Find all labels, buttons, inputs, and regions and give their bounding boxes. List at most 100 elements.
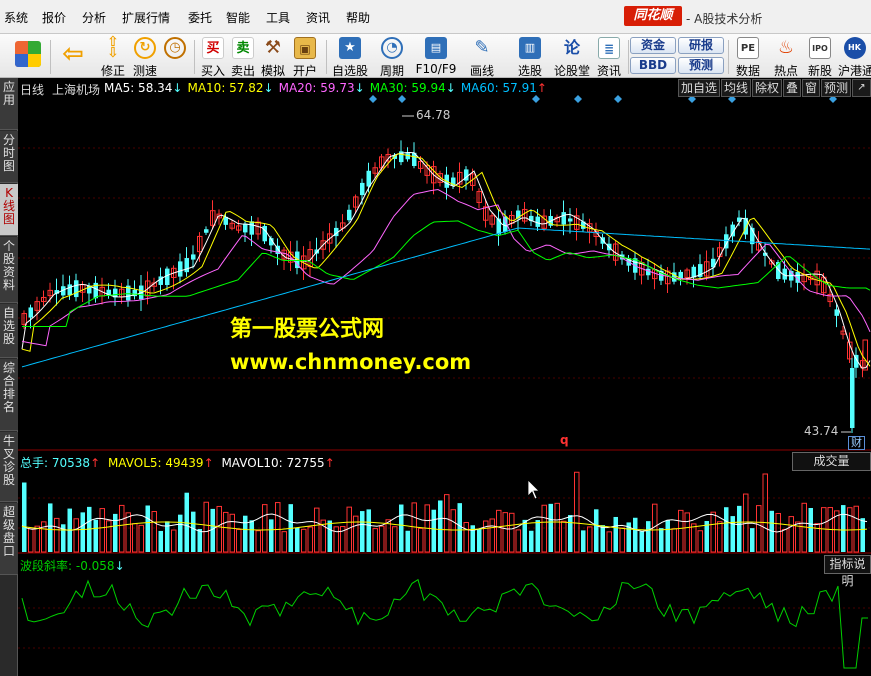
volume-bar-up — [561, 520, 567, 553]
up-down-arrows-icon: ⇧ ⇩ — [107, 34, 119, 61]
volume-bar-up — [606, 531, 612, 553]
tab-stock-profile[interactable]: 个股资料 — [0, 237, 18, 303]
ma30-line — [22, 220, 871, 327]
tab-super-order[interactable]: 超级盘口 — [0, 503, 18, 575]
menu-system[interactable]: 系统 — [4, 9, 28, 26]
tab-kline[interactable]: K线图 — [0, 184, 18, 236]
menu-quote[interactable]: 报价 — [42, 9, 66, 26]
toolbar-buy-button[interactable]: 买 买入 — [198, 36, 228, 78]
volume-bar-down — [581, 530, 586, 552]
ma-trend-arrow: ↓ — [172, 81, 183, 95]
volume-bar-down — [646, 521, 651, 552]
kline-chart-svg[interactable] — [18, 78, 871, 676]
event-marker-icon[interactable] — [369, 95, 377, 103]
volume-bar-down — [633, 517, 638, 552]
close-panel-button[interactable]: ↗ — [852, 79, 871, 97]
volume-bar-up — [463, 522, 469, 553]
menu-extended[interactable]: 扩展行情 — [122, 9, 170, 26]
event-marker-icon[interactable] — [532, 95, 540, 103]
tab-diagnose[interactable]: 牛叉诊股 — [0, 432, 18, 502]
ma60-line — [21, 227, 871, 368]
volume-bar-up — [821, 507, 827, 553]
kline-chart-area[interactable]: 日线 上海机场 MA5: 58.34↓ MA10: 57.82↓ MA20: 59.… — [18, 78, 871, 676]
volume-bar-down — [600, 525, 605, 552]
volume-bar-down — [191, 511, 196, 552]
close-arrow-icon: ↗ — [857, 82, 866, 93]
event-marker-icon[interactable] — [398, 95, 406, 103]
menu-trade[interactable]: 委托 — [188, 9, 212, 26]
toolbar-revise-button[interactable]: ⇧ ⇩ 修正 — [96, 34, 130, 78]
toolbar-windows-button[interactable] — [8, 36, 48, 76]
windows-grid-icon — [15, 41, 41, 67]
pe-icon: PE — [737, 37, 759, 59]
ma20-line — [21, 188, 871, 347]
ma-trend-arrow: ↑ — [536, 81, 547, 95]
toolbar-hk-connect-button[interactable]: HK 沪港通 — [838, 36, 871, 78]
volume-bar-up — [509, 512, 515, 553]
tab-watchlist[interactable]: 自选股 — [0, 304, 18, 358]
sell-icon: 卖 — [232, 37, 254, 59]
toolbar-open-account-button[interactable]: ▣ 开户 — [290, 36, 320, 78]
overlay-button[interactable]: 叠 — [783, 79, 801, 97]
volume-bar-down — [249, 520, 254, 552]
volume-bar-down — [113, 513, 118, 552]
toolbar-simulate-button[interactable]: ⚒ 模拟 — [258, 36, 288, 78]
volume-bar-down — [184, 492, 189, 552]
menu-help[interactable]: 帮助 — [346, 9, 370, 26]
ex-rights-button[interactable]: 除权 — [752, 79, 782, 97]
volume-bar-up — [119, 504, 125, 553]
toolbar-ipo-button[interactable]: IPO 新股 — [804, 36, 836, 78]
volume-bar-down — [724, 507, 729, 552]
volume-bar-down — [431, 509, 436, 552]
volume-bar-up — [489, 518, 495, 553]
tab-ranking[interactable]: 综合排名 — [0, 359, 18, 431]
toolbar-sell-button[interactable]: 卖 卖出 — [228, 36, 258, 78]
toolbar-period-button[interactable]: ◔ 周期 — [374, 36, 410, 78]
volume-bar-down — [568, 515, 573, 552]
volume-legend: 总手: 70538↑ MAVOL5: 49439↑ MAVOL10: 72755… — [20, 456, 335, 470]
finance-badge[interactable]: 财 — [848, 436, 865, 450]
watermark-title: 第一股票公式网 — [230, 317, 385, 342]
menu-bar: 系统 报价 分析 扩展行情 委托 智能 工具 资讯 帮助 同花顺 - A股技术分… — [0, 0, 871, 34]
forecast-chart-button[interactable]: 预测 — [821, 79, 851, 97]
toolbar-clock-button[interactable]: ◷ — [160, 36, 190, 76]
menu-analysis[interactable]: 分析 — [82, 9, 106, 26]
menu-smart[interactable]: 智能 — [226, 9, 250, 26]
toolbar-hotspot-button[interactable]: ♨ 热点 — [770, 36, 802, 78]
volume-bar-down — [750, 528, 755, 552]
bbd-button[interactable]: BBD — [630, 57, 676, 74]
menu-news[interactable]: 资讯 — [306, 9, 330, 26]
research-button[interactable]: 研报 — [678, 37, 724, 54]
volume-bar-up — [106, 520, 112, 553]
add-watchlist-button[interactable]: 加自选 — [678, 79, 720, 97]
tab-apps[interactable]: 应用 — [0, 78, 18, 130]
toolbar-f10-button[interactable]: ▤ F10/F9 — [414, 36, 458, 76]
volume-bar-up — [762, 473, 768, 553]
event-marker-icon[interactable] — [574, 95, 582, 103]
volume-bar-up — [236, 529, 242, 553]
toolbar-forum-button[interactable]: 论 论股堂 — [552, 36, 592, 78]
volume-bar-up — [223, 511, 229, 553]
event-marker-icon[interactable] — [614, 95, 622, 103]
volume-bar-up — [34, 525, 40, 553]
ma-legend-ma30: MA30: 59.94↓ — [369, 81, 456, 95]
toolbar-data-button[interactable]: PE 数据 — [732, 36, 764, 78]
volume-bar-down — [399, 504, 404, 552]
tab-intraday[interactable]: 分时图 — [0, 131, 18, 183]
forecast-button[interactable]: 预测 — [678, 57, 724, 74]
window-button[interactable]: 窗 — [802, 79, 820, 97]
toolbar-watchlist-button[interactable]: ★ 自选股 — [330, 36, 370, 78]
toolbar-news-button[interactable]: ≣ 资讯 — [594, 36, 624, 78]
toolbar-stock-screen-button[interactable]: ▥ 选股 — [508, 36, 552, 78]
volume-bar-down — [93, 519, 98, 552]
toolbar-draw-button[interactable]: ✎ 画线 — [462, 36, 502, 78]
ma-lines-button[interactable]: 均线 — [721, 79, 751, 97]
capital-button[interactable]: 资金 — [630, 37, 676, 54]
volume-bar-down — [639, 531, 644, 552]
volume-bar-up — [444, 494, 450, 553]
volume-indicator-button[interactable]: 成交量 — [792, 452, 871, 471]
menu-tools[interactable]: 工具 — [266, 9, 290, 26]
indicator-help-button[interactable]: 指标说明 — [824, 555, 871, 588]
toolbar-speedtest-button[interactable]: ↻ 测速 — [128, 36, 162, 78]
toolbar-back-button[interactable]: ⇦ — [56, 36, 90, 76]
